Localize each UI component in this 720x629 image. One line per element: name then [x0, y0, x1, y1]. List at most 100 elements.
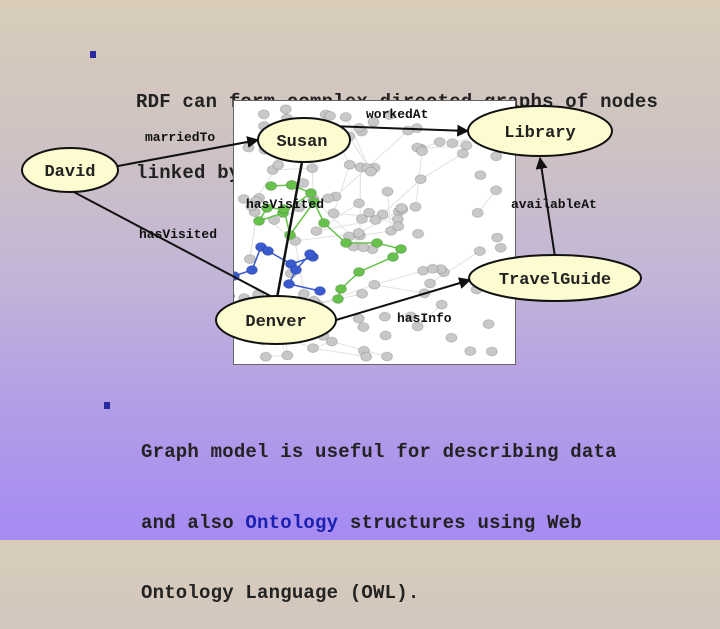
graph-node-gray	[317, 330, 330, 341]
graph-edge	[420, 153, 464, 180]
graph-node-gray	[412, 228, 425, 239]
graph-node-gray	[306, 163, 319, 174]
graph-green-node	[332, 294, 344, 304]
graph-green-node	[371, 238, 383, 248]
graph-node-gray	[258, 121, 271, 132]
bullet-2-line-2: and also Ontology structures using Web	[141, 512, 617, 536]
graph-blue-node	[283, 279, 295, 289]
graph-node-gray	[401, 125, 414, 136]
graph-blue-node	[290, 265, 302, 275]
graph-node-gray	[257, 109, 270, 120]
graph-node-gray	[360, 351, 373, 362]
network-graph-image	[223, 100, 516, 365]
graph-node-gray	[379, 330, 392, 341]
graph-blue-node	[223, 291, 235, 301]
graph-node-gray	[383, 110, 396, 121]
graph-node-gray	[281, 350, 294, 361]
graph-node-gray	[369, 215, 382, 226]
graph-node-gray	[297, 288, 310, 299]
graph-node-gray	[445, 332, 458, 343]
graph-node-gray	[464, 346, 477, 357]
graph-green-node	[353, 267, 365, 277]
graph-node-gray	[433, 136, 446, 147]
graph-node-gray	[280, 113, 293, 124]
graph-green-node	[387, 252, 399, 262]
network-graph-svg	[223, 104, 507, 362]
graph-node-gray	[267, 328, 280, 339]
text-run: and also	[141, 511, 246, 534]
graph-node-gray	[306, 343, 319, 354]
graph-node-gray	[491, 232, 504, 243]
graph-blue-node	[304, 249, 316, 259]
graph-edge	[366, 130, 409, 169]
graph-node-gray	[424, 278, 437, 289]
graph-edge	[374, 270, 424, 286]
graph-node-gray	[256, 324, 269, 335]
graph-node-gray	[352, 313, 365, 324]
graph-node-gray	[357, 322, 370, 333]
graph-node-gray	[322, 193, 335, 204]
graph-node-gray	[414, 174, 427, 185]
graph-node-gray	[395, 202, 408, 213]
graph-node-gray	[242, 142, 255, 153]
graph-node-gray	[259, 351, 272, 362]
graph-node-gray	[343, 131, 356, 142]
bullet-marker-1	[90, 51, 96, 58]
graph-edge	[387, 191, 392, 231]
graph-node-gray	[343, 159, 356, 170]
graph-node-gray	[490, 151, 503, 162]
graph-node-gray	[269, 302, 282, 313]
graph-node-gray	[418, 288, 431, 299]
graph-node-gray	[237, 193, 250, 204]
graph-green-node	[261, 203, 273, 213]
graph-green-node	[253, 216, 265, 226]
graph-node-gray	[257, 335, 270, 346]
graph-edge	[333, 164, 351, 214]
graph-node-gray	[456, 148, 469, 159]
graph-green-node	[286, 180, 298, 190]
graph-node-gray	[477, 273, 490, 284]
graph-node-gray	[404, 311, 417, 322]
graph-node-gray	[494, 242, 507, 253]
graph-node-gray	[339, 111, 352, 122]
graph-node-gray	[299, 325, 312, 336]
text-run: structures using Web	[338, 511, 582, 534]
graph-node-gray	[357, 242, 370, 253]
graph-node-gray	[474, 170, 487, 181]
text-run: Graph model is useful for describing dat…	[141, 441, 617, 463]
graph-node-gray	[352, 198, 365, 209]
ontology-highlight: Ontology	[245, 511, 339, 534]
graph-node-gray	[426, 263, 439, 274]
graph-node-gray	[378, 311, 391, 322]
graph-node-gray	[381, 186, 394, 197]
graph-node-gray	[310, 226, 323, 237]
graph-node-gray	[272, 159, 285, 170]
graph-edge	[374, 284, 425, 294]
graph-node-gray	[364, 166, 377, 177]
graph-node-gray	[485, 346, 498, 357]
node-david: David	[21, 147, 119, 193]
graph-blue-node	[228, 271, 240, 281]
bullet-marker-2	[104, 402, 110, 409]
graph-green-node	[335, 284, 347, 294]
graph-node-gray	[245, 201, 258, 212]
graph-green-node	[305, 188, 317, 198]
graph-blue-node	[246, 265, 258, 275]
graph-green-node	[278, 204, 290, 214]
graph-node-gray	[460, 140, 473, 151]
graph-green-node	[318, 218, 330, 228]
node-david-label: David	[44, 163, 95, 182]
graph-node-gray	[243, 254, 256, 265]
graph-node-gray	[416, 146, 429, 157]
graph-node-gray	[323, 110, 336, 121]
graph-node-gray	[482, 319, 495, 330]
edge-label-has-visited-david: hasVisited	[139, 227, 217, 242]
graph-node-gray	[473, 246, 486, 257]
graph-node-gray	[368, 279, 381, 290]
bullet-2-line-3: Ontology Language (OWL).	[141, 582, 617, 606]
graph-node-gray	[475, 130, 488, 141]
graph-node-gray	[446, 138, 459, 149]
graph-node-gray	[380, 351, 393, 362]
graph-node-gray	[238, 293, 251, 304]
graph-node-gray	[279, 104, 292, 115]
